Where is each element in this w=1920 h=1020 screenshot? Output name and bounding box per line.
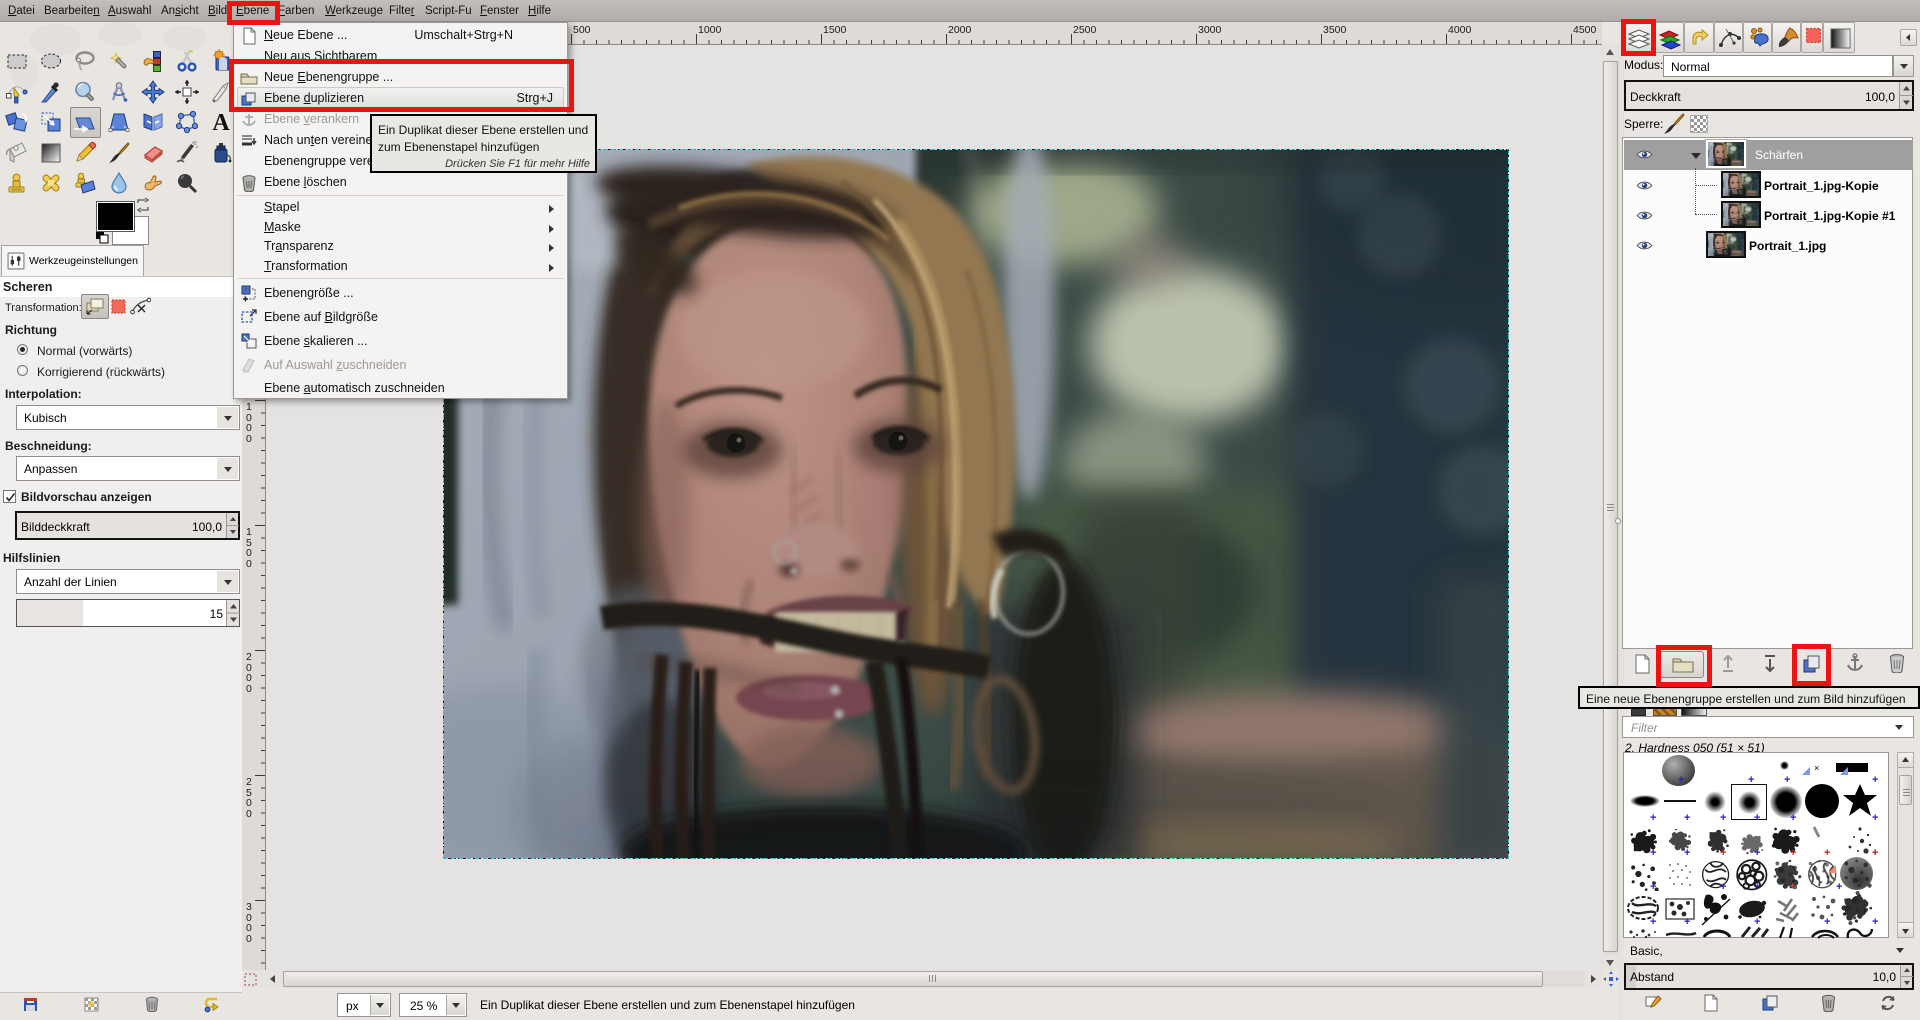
svg-text:A: A xyxy=(212,110,230,134)
svg-text:+: + xyxy=(1720,847,1726,859)
svg-text:+: + xyxy=(1678,774,1684,786)
svg-text:+: + xyxy=(1720,881,1726,893)
svg-text:+: + xyxy=(1684,812,1690,824)
svg-text:+: + xyxy=(1872,774,1878,786)
svg-text:+: + xyxy=(1650,881,1656,893)
svg-text:+: + xyxy=(1754,881,1760,893)
svg-text:+: + xyxy=(1790,881,1796,893)
svg-text:+: + xyxy=(1650,916,1656,928)
svg-text:+: + xyxy=(1754,916,1760,928)
svg-text:+: + xyxy=(1872,916,1878,928)
svg-text:+: + xyxy=(1650,812,1656,824)
svg-text:+: + xyxy=(1684,847,1690,859)
svg-text:+: + xyxy=(1872,812,1878,824)
svg-text:+: + xyxy=(1748,774,1754,786)
svg-text:+: + xyxy=(1650,847,1656,859)
svg-text:+: + xyxy=(1872,847,1878,859)
svg-text:+: + xyxy=(1790,847,1796,859)
svg-text:+: + xyxy=(1720,812,1726,824)
svg-text:+: + xyxy=(1784,774,1790,786)
svg-text:+: + xyxy=(1754,812,1760,824)
svg-text:+: + xyxy=(1790,812,1796,824)
svg-text:+: + xyxy=(1836,881,1842,893)
svg-text:+: + xyxy=(1754,847,1760,859)
svg-text:+: + xyxy=(1684,916,1690,928)
svg-text:+: + xyxy=(1824,847,1830,859)
svg-text:+: + xyxy=(1824,916,1830,928)
